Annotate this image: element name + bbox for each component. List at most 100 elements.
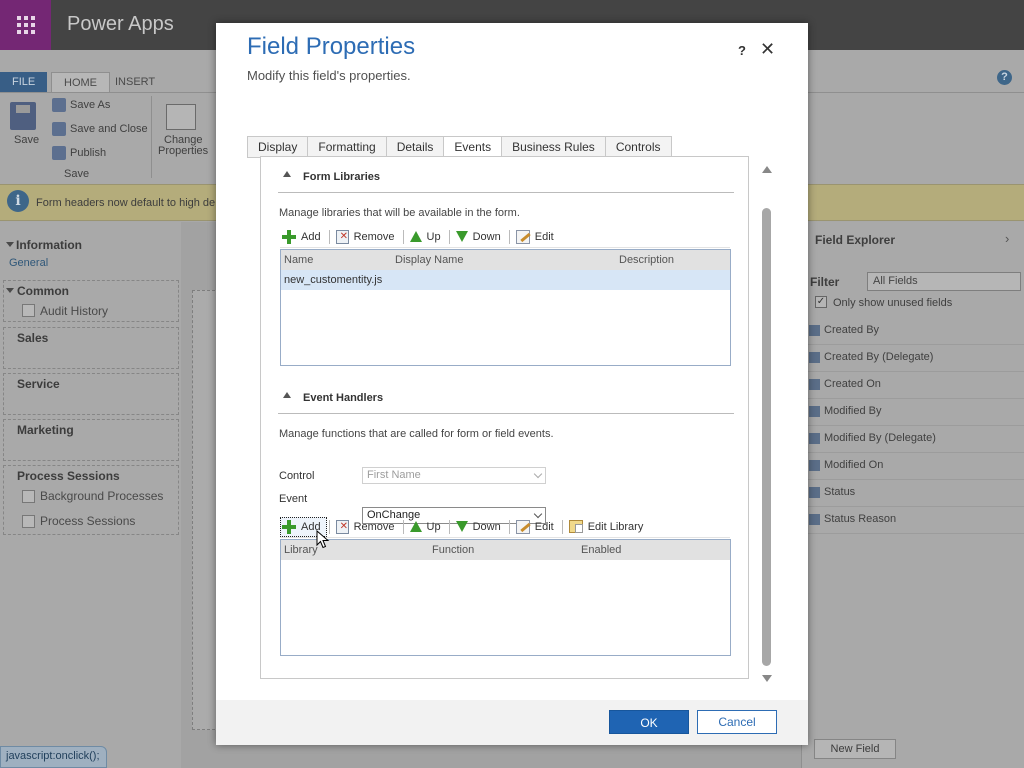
nav-section-information[interactable]: Information [16, 238, 82, 252]
new-field-button[interactable]: New Field [814, 739, 896, 759]
toolbar-separator [561, 519, 563, 534]
arrow-up-icon [409, 521, 422, 532]
dialog-close-icon[interactable]: ✕ [760, 39, 775, 60]
form-libraries-title[interactable]: Form Libraries [303, 171, 380, 183]
ribbon-group-save-label: Save [64, 168, 90, 180]
dialog-help-button[interactable]: ? [738, 43, 746, 58]
dialog-title: Field Properties [247, 33, 416, 60]
scroll-thumb[interactable] [762, 208, 771, 666]
edit-icon [515, 519, 530, 534]
field-icon [809, 487, 820, 498]
toolbar-separator [508, 519, 510, 534]
tab-business-rules[interactable]: Business Rules [502, 136, 606, 158]
library-up-button[interactable]: Up [408, 227, 447, 247]
publish-button[interactable]: Publish [70, 147, 106, 159]
nav-group-process-sessions-title[interactable]: Process Sessions [17, 469, 120, 483]
collapse-triangle-icon[interactable] [283, 171, 291, 177]
status-bar-link: javascript:onclick(); [0, 746, 107, 768]
field-modified-by[interactable]: Modified By [801, 399, 1024, 426]
column-description[interactable]: Description [619, 254, 674, 266]
event-handlers-title[interactable]: Event Handlers [303, 392, 383, 404]
column-name[interactable]: Name [284, 254, 313, 266]
toolbar-separator [448, 229, 450, 244]
handler-up-button[interactable]: Up [408, 517, 447, 537]
chevron-right-icon[interactable]: › [1005, 231, 1009, 246]
app-title: Power Apps [67, 13, 174, 35]
nav-group-sales-title[interactable]: Sales [17, 331, 48, 345]
library-edit-button[interactable]: Edit [514, 227, 560, 247]
content-scrollbar[interactable] [758, 156, 777, 689]
handler-edit-library-button[interactable]: Edit Library [567, 517, 650, 537]
collapse-triangle-icon[interactable] [6, 288, 14, 293]
toolbar-separator [448, 519, 450, 534]
events-tab-panel: Form Libraries Manage libraries that wil… [260, 156, 749, 679]
table-row[interactable]: new_customentity.js [281, 270, 730, 290]
column-display-name[interactable]: Display Name [395, 254, 463, 266]
tab-events[interactable]: Events [444, 136, 503, 158]
library-remove-button[interactable]: Remove [334, 227, 401, 247]
ribbon-tab-insert[interactable]: INSERT [103, 72, 167, 93]
save-icon[interactable] [10, 102, 36, 130]
collapse-triangle-icon[interactable] [6, 242, 14, 247]
field-label: Status Reason [824, 513, 897, 525]
nav-item-general[interactable]: General [9, 257, 48, 269]
field-status[interactable]: Status [801, 480, 1024, 507]
nav-group-marketing-title[interactable]: Marketing [17, 423, 74, 437]
tab-controls[interactable]: Controls [605, 136, 672, 158]
nav-group-service-title[interactable]: Service [17, 377, 60, 391]
handler-down-button[interactable]: Down [454, 517, 507, 537]
field-created-by-delegate[interactable]: Created By (Delegate) [801, 345, 1024, 372]
field-icon [809, 460, 820, 471]
field-label: Created By [824, 324, 880, 336]
control-label: Control [279, 470, 315, 482]
toolbar-separator [402, 229, 404, 244]
collapse-triangle-icon[interactable] [283, 392, 291, 398]
only-unused-checkbox[interactable]: ✓ [815, 296, 827, 308]
scroll-up-arrow-icon[interactable] [762, 166, 772, 173]
nav-group-common-title[interactable]: Common [17, 284, 69, 298]
nav-item-background-processes[interactable]: Background Processes [40, 489, 163, 503]
nav-item-audit-history[interactable]: Audit History [40, 304, 108, 318]
field-modified-on[interactable]: Modified On [801, 453, 1024, 480]
field-created-by[interactable]: Created By [801, 318, 1024, 345]
help-icon[interactable]: ? [997, 70, 1012, 85]
library-up-label: Up [426, 230, 441, 243]
ribbon-tab-file[interactable]: FILE [0, 72, 48, 93]
change-properties-icon[interactable] [166, 104, 196, 130]
library-down-button[interactable]: Down [454, 227, 507, 247]
dialog-subtitle: Modify this field's properties. [247, 68, 411, 83]
ok-button[interactable]: OK [609, 710, 689, 734]
save-button-label[interactable]: Save [14, 134, 39, 146]
change-properties-label-2[interactable]: Properties [158, 145, 208, 157]
publish-icon [52, 146, 66, 160]
handler-edit-button[interactable]: Edit [514, 517, 560, 537]
field-created-on[interactable]: Created On [801, 372, 1024, 399]
add-icon [282, 229, 296, 244]
ribbon-tab-home[interactable]: HOME [51, 72, 110, 93]
field-modified-by-delegate[interactable]: Modified By (Delegate) [801, 426, 1024, 453]
app-launcher-button[interactable] [0, 0, 51, 50]
field-status-reason[interactable]: Status Reason [801, 507, 1024, 534]
arrow-up-icon [409, 231, 422, 242]
save-as-button[interactable]: Save As [70, 99, 110, 111]
tab-formatting[interactable]: Formatting [308, 136, 387, 158]
field-explorer-title: Field Explorer [815, 233, 896, 247]
mouse-cursor-icon [316, 530, 330, 549]
library-down-label: Down [472, 230, 501, 243]
filter-select[interactable]: All Fields [867, 272, 1021, 291]
remove-icon [335, 519, 349, 534]
tab-display[interactable]: Display [247, 136, 309, 158]
field-label: Modified On [824, 459, 884, 471]
library-add-button[interactable]: Add [280, 227, 327, 247]
tab-details[interactable]: Details [386, 136, 445, 158]
column-library[interactable]: Library [284, 544, 318, 556]
library-icon [568, 520, 583, 533]
column-enabled[interactable]: Enabled [581, 544, 621, 556]
nav-item-process-sessions[interactable]: Process Sessions [40, 514, 135, 528]
handler-remove-button[interactable]: Remove [334, 517, 401, 537]
scroll-down-arrow-icon[interactable] [762, 675, 772, 682]
column-function[interactable]: Function [432, 544, 474, 556]
info-icon: i [7, 190, 29, 212]
save-and-close-button[interactable]: Save and Close [70, 123, 148, 135]
cancel-button[interactable]: Cancel [697, 710, 777, 734]
